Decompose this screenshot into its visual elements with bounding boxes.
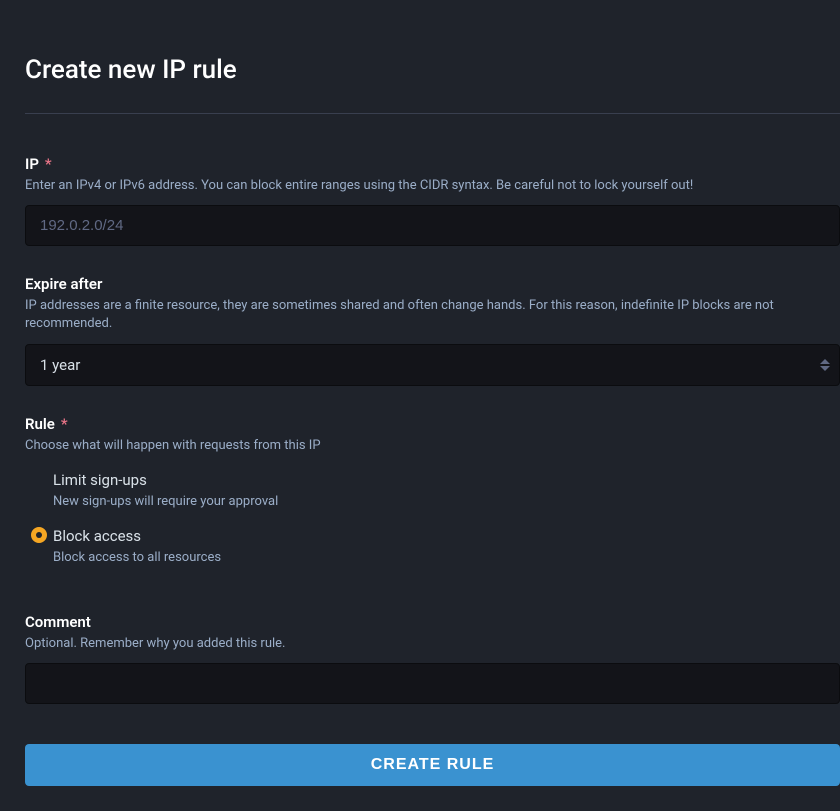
rule-required-mark: * bbox=[61, 415, 68, 433]
ip-hint: Enter an IPv4 or IPv6 address. You can b… bbox=[25, 177, 840, 195]
header-divider bbox=[25, 113, 840, 114]
ip-label: IP bbox=[25, 155, 39, 173]
create-rule-button[interactable]: CREATE RULE bbox=[25, 744, 840, 786]
comment-field-group: Comment Optional. Remember why you added… bbox=[25, 612, 840, 704]
comment-hint: Optional. Remember why you added this ru… bbox=[25, 635, 840, 653]
radio-icon bbox=[31, 471, 47, 487]
comment-label: Comment bbox=[25, 613, 91, 631]
ip-field-group: IP * Enter an IPv4 or IPv6 address. You … bbox=[25, 154, 840, 246]
expire-select[interactable]: 1 year bbox=[25, 344, 840, 386]
ip-required-mark: * bbox=[45, 155, 52, 173]
expire-field-group: Expire after IP addresses are a finite r… bbox=[25, 274, 840, 385]
page-title: Create new IP rule bbox=[25, 55, 840, 85]
radio-icon-selected bbox=[31, 527, 47, 543]
comment-input[interactable] bbox=[25, 663, 840, 704]
rule-option-label: Limit sign-ups bbox=[53, 471, 840, 489]
rule-field-group: Rule * Choose what will happen with requ… bbox=[25, 414, 840, 578]
rule-radio-group: Limit sign-ups New sign-ups will require… bbox=[25, 465, 840, 577]
rule-option-block-access[interactable]: Block access Block access to all resourc… bbox=[25, 521, 840, 577]
expire-label: Expire after bbox=[25, 275, 102, 293]
rule-hint: Choose what will happen with requests fr… bbox=[25, 437, 840, 455]
rule-label: Rule bbox=[25, 415, 55, 433]
expire-hint: IP addresses are a finite resource, they… bbox=[25, 297, 840, 333]
rule-option-hint: Block access to all resources bbox=[53, 549, 840, 567]
rule-option-limit-signups[interactable]: Limit sign-ups New sign-ups will require… bbox=[25, 465, 840, 521]
ip-input[interactable] bbox=[25, 205, 840, 246]
rule-option-hint: New sign-ups will require your approval bbox=[53, 493, 840, 511]
rule-option-label: Block access bbox=[53, 527, 840, 545]
